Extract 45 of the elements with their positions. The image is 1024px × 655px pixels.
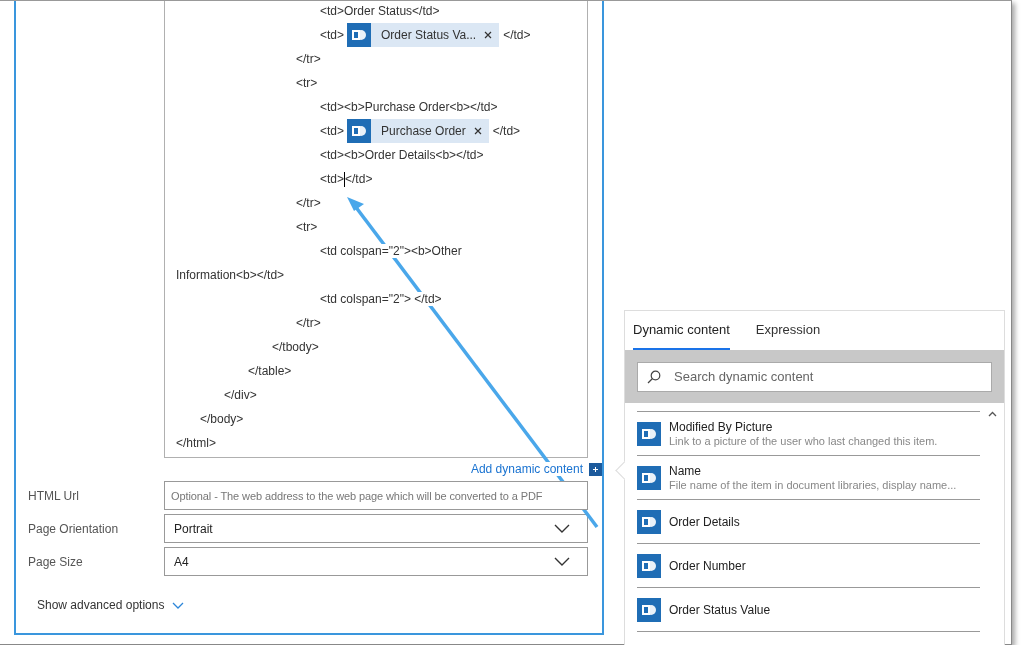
code-text: </td> [492, 124, 521, 138]
dropdown[interactable]: Portrait [164, 514, 588, 543]
field-label: Page Size [27, 554, 84, 569]
dynamic-content-item[interactable]: Name File name of the item in document libraries, display name... [637, 455, 980, 499]
token-chip[interactable]: Order Status Va... [347, 23, 500, 47]
item-description: Link to a picture of the user who last changed this item. [669, 435, 938, 447]
token-label: Order Status Va... [380, 28, 478, 42]
add-dynamic-content-link[interactable]: Add dynamic content [470, 462, 583, 476]
item-title: Order Number [669, 558, 746, 573]
add-content-icon[interactable] [589, 462, 602, 476]
url-input[interactable]: Optional - The web address to the web page which will be converted to a PDF [164, 481, 588, 510]
app-icon [347, 119, 372, 143]
show-advanced-options-link[interactable]: Show advanced options [37, 598, 165, 612]
dynamic-content-item[interactable]: Modified By Picture Link to a picture of the user who last changed this item. [637, 411, 980, 455]
token-chip[interactable]: Purchase Order [347, 119, 489, 143]
app-icon [637, 553, 661, 578]
chevron-down-icon [554, 557, 570, 566]
dynamic-content-item[interactable]: Order Number [637, 543, 980, 587]
code-text: Information<b></td> [176, 268, 285, 282]
app-icon [637, 421, 661, 446]
text-cursor [344, 171, 346, 187]
code-editor[interactable] [164, 1, 588, 458]
field-label: HTML Url [27, 488, 80, 503]
search-field[interactable]: Search dynamic content [637, 361, 992, 392]
code-text: </td> [503, 28, 531, 42]
scroll-up-icon[interactable] [987, 411, 997, 417]
dropdown[interactable]: A4 [164, 547, 588, 576]
chevron-down-icon [554, 524, 570, 533]
code-text: </html> [176, 436, 217, 450]
item-title: Order Details [669, 514, 740, 529]
dynamic-content-item[interactable]: Order Status Value [637, 587, 980, 631]
field-label: Page Orientation [27, 521, 120, 536]
item-title: Modified By Picture [669, 420, 774, 434]
app-icon [637, 597, 661, 622]
item-title: Order Status Value [669, 602, 771, 617]
chevron-down-icon[interactable] [172, 601, 185, 609]
code-text: </td> [345, 172, 373, 186]
app-icon [637, 509, 661, 534]
item-title: Name [669, 464, 702, 478]
app-icon [347, 23, 372, 47]
token-label: Purchase Order [380, 124, 467, 138]
item-description: File name of the item in document libraries, display name... [669, 479, 957, 491]
dynamic-content-item[interactable]: Order Details [637, 499, 980, 543]
app-icon [637, 465, 661, 490]
tab[interactable]: Expression [755, 311, 821, 350]
